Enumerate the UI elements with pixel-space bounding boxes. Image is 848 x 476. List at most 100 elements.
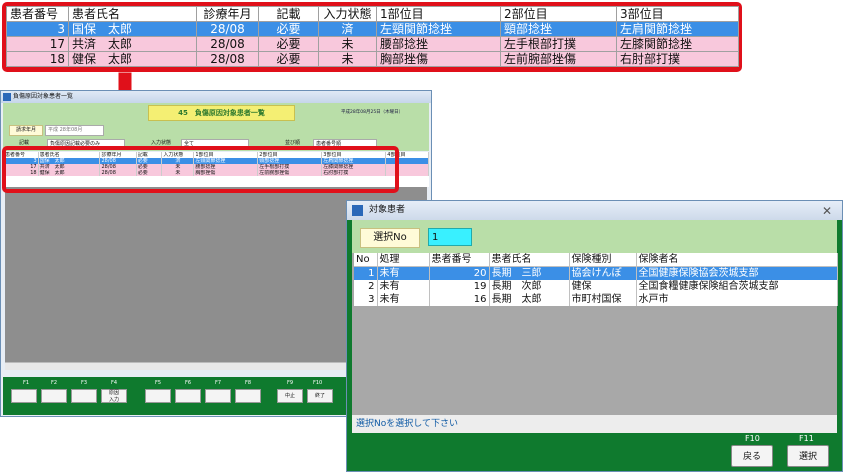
cell-part2: 左手根部打撲 (500, 36, 617, 52)
cell-patient-no: 18 (6, 51, 69, 67)
cell-patient-name: 長期 太郎 (489, 293, 570, 306)
cell-kisai: 必要 (258, 51, 319, 67)
cell-patient-no: 17 (6, 36, 69, 52)
app-icon (352, 205, 363, 216)
cell-kisai: 必要 (258, 36, 319, 52)
fkey-label: F4 (111, 380, 118, 386)
cell-insurer: 全国健康保険協会茨城支部 (636, 266, 838, 280)
cancel-button[interactable]: 中止 (277, 389, 303, 403)
table-header-row: No 処理 患者番号 患者氏名 保険種別 保険者名 (354, 253, 838, 267)
cell-insurer: 全国食糧健康保険組合茨城支部 (636, 280, 838, 293)
cell-patient-name: 長期 三郎 (489, 266, 570, 280)
fkey-label: F6 (185, 380, 192, 386)
cell-insurance-type: 協会けんぽ (569, 266, 637, 280)
dialog-titlebar: 対象患者 ✕ (347, 201, 842, 220)
col-header: 2部位目 (500, 6, 617, 22)
col-header: 保険者名 (636, 253, 838, 267)
col-header: No (354, 253, 378, 267)
target-patient-dialog: 対象患者 ✕ 選択No 1 No 処理 患者番号 患者氏名 保険種別 保険者名 (346, 200, 843, 472)
col-header: 記載 (258, 6, 319, 22)
cell-process: 未有 (377, 266, 430, 280)
fkey-label: F1 (23, 380, 30, 386)
col-header: 保険種別 (569, 253, 637, 267)
table-row[interactable]: 17 共済 太郎 28/08 必要 未 腰部捻挫 左手根部打撲 左膝関節捻挫 (6, 36, 739, 52)
cell-patient-name: 共済 太郎 (68, 36, 197, 52)
col-header: 患者番号 (6, 6, 69, 22)
col-header: 患者氏名 (489, 253, 570, 267)
main-window-titlebar: 負傷原因対象患者一覧 (1, 91, 431, 103)
f3-button[interactable] (71, 389, 97, 403)
table-row[interactable]: 18 健保 太郎 28/08 必要 未 胸部挫傷 左前腕部挫傷 右肘部打撲 (6, 51, 739, 67)
fkey-label: F5 (155, 380, 162, 386)
select-button[interactable]: 選択 (787, 445, 829, 467)
cell-year-month: 28/08 (196, 21, 259, 37)
f7-button[interactable] (205, 389, 231, 403)
f5-button[interactable] (145, 389, 171, 403)
cell-patient-id: 16 (429, 293, 490, 306)
cell-patient-id: 19 (429, 280, 490, 293)
table-header-row: 患者番号 患者氏名 診療年月 記載 入力状態 1部位目 2部位目 3部位目 (6, 6, 739, 22)
fkey-label: F9 (287, 380, 294, 386)
cause-input-button[interactable]: 原因 入力 (101, 389, 127, 403)
col-header: 入力状態 (318, 6, 377, 22)
fkey-label: F7 (215, 380, 222, 386)
cell-process: 未有 (377, 293, 430, 306)
cell-patient-name: 国保 太郎 (68, 21, 197, 37)
cell-insurer: 水戸市 (636, 293, 838, 306)
select-no-input[interactable]: 1 (428, 228, 472, 246)
table-row[interactable]: 1 未有 20 長期 三郎 協会けんぽ 全国健康保険協会茨城支部 (354, 266, 838, 280)
status-message: 選択Noを選択して下さい (352, 415, 837, 433)
select-no-label: 選択No (360, 228, 420, 248)
fkey-label: F3 (81, 380, 88, 386)
cell-no: 3 (354, 293, 378, 306)
cell-part3: 右肘部打撲 (616, 51, 739, 67)
cell-input-state: 未 (318, 51, 377, 67)
cell-patient-name: 健保 太郎 (68, 51, 197, 67)
cell-patient-name: 長期 次郎 (489, 280, 570, 293)
current-date: 平成28年08月25日（木曜日） (341, 110, 404, 115)
col-header: 処理 (377, 253, 430, 267)
col-header: 3部位目 (616, 6, 739, 22)
app-icon (3, 93, 11, 101)
cell-year-month: 28/08 (196, 36, 259, 52)
f1-button[interactable] (11, 389, 37, 403)
cell-input-state: 未 (318, 36, 377, 52)
cell-part2: 頸部捻挫 (500, 21, 617, 37)
table-row[interactable]: 3 国保 太郎 28/08 必要 済 左頸関節捻挫 頸部捻挫 左肩関節捻挫 (6, 21, 739, 37)
cell-part1: 腰部捻挫 (376, 36, 501, 52)
col-header: 患者番号 (429, 253, 490, 267)
close-icon[interactable]: ✕ (822, 202, 832, 221)
page-title: 45 負傷原因対象患者一覧 (148, 105, 295, 121)
f2-button[interactable] (41, 389, 67, 403)
cell-process: 未有 (377, 280, 430, 293)
col-header: 患者氏名 (68, 6, 197, 22)
table-row[interactable]: 2 未有 19 長期 次郎 健保 全国食糧健康保険組合茨城支部 (354, 280, 838, 293)
cell-input-state: 済 (318, 21, 377, 37)
select-row: 選択No 1 (352, 220, 837, 253)
fkey-label: F2 (51, 380, 58, 386)
back-button[interactable]: 戻る (731, 445, 773, 467)
fkey-label: F10 (313, 380, 323, 386)
cell-part2: 左前腕部挫傷 (500, 51, 617, 67)
cell-patient-no: 3 (6, 21, 69, 37)
zoomed-result-table: 患者番号 患者氏名 診療年月 記載 入力状態 1部位目 2部位目 3部位目 3 … (2, 2, 742, 72)
exit-button[interactable]: 終了 (307, 389, 333, 403)
col-header: 診療年月 (196, 6, 259, 22)
seikyu-label: 請求年月 (9, 125, 43, 136)
cell-part3: 左肩関節捻挫 (616, 21, 739, 37)
fkey-label: F8 (245, 380, 252, 386)
f8-button[interactable] (235, 389, 261, 403)
cell-part1: 左頸関節捻挫 (376, 21, 501, 37)
seikyu-field[interactable]: 平成 28年08月 (45, 125, 104, 136)
grid-highlight-frame (2, 146, 399, 193)
cell-year-month: 28/08 (196, 51, 259, 67)
cell-part3: 左膝関節捻挫 (616, 36, 739, 52)
cell-kisai: 必要 (258, 21, 319, 37)
f6-button[interactable] (175, 389, 201, 403)
cell-no: 1 (354, 266, 378, 280)
main-window-title: 負傷原因対象患者一覧 (13, 93, 74, 100)
cell-insurance-type: 健保 (569, 280, 637, 293)
table-row[interactable]: 3 未有 16 長期 太郎 市町村国保 水戸市 (354, 293, 838, 306)
patient-grid: No 処理 患者番号 患者氏名 保険種別 保険者名 1 未有 20 長期 三郎 … (354, 253, 838, 415)
dialog-title: 対象患者 (369, 205, 406, 215)
